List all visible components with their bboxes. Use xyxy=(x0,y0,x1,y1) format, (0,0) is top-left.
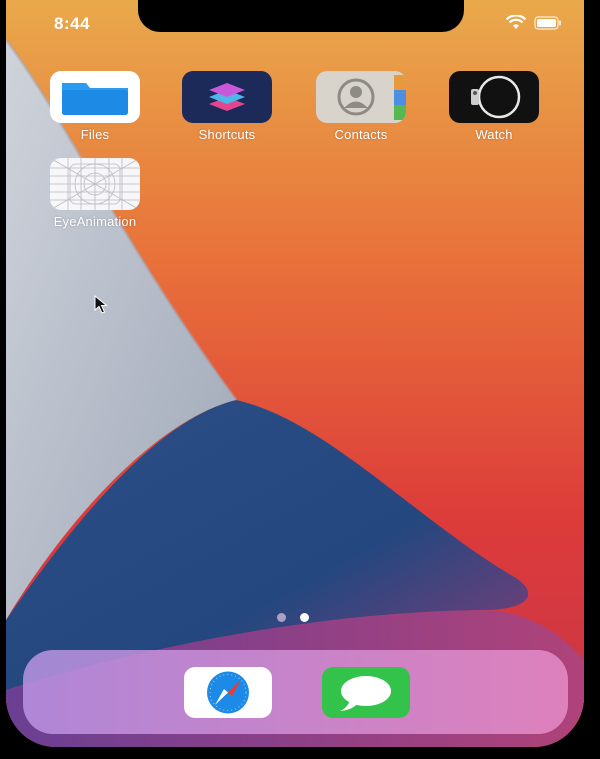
app-label: Shortcuts xyxy=(198,127,256,142)
messages-icon[interactable] xyxy=(322,667,410,718)
app-contacts[interactable]: Contacts xyxy=(311,71,411,142)
app-grid-icon xyxy=(50,158,140,210)
app-files[interactable]: Files xyxy=(45,71,145,142)
status-time: 8:44 xyxy=(54,14,91,33)
page-indicator[interactable] xyxy=(277,613,309,622)
battery-icon xyxy=(534,15,561,30)
app-eyeanimation[interactable]: EyeAnimation xyxy=(45,158,145,229)
page-dot-1[interactable] xyxy=(277,613,286,622)
phone-screen: 8:44 Files Shortcuts Contacts Watch EyeA… xyxy=(6,0,584,747)
wifi-icon xyxy=(506,15,526,29)
app-label: Watch xyxy=(475,127,513,142)
shortcuts-icon xyxy=(182,71,272,123)
status-icons xyxy=(506,15,562,30)
app-label: Contacts xyxy=(334,127,388,142)
dock xyxy=(23,650,568,734)
page-dot-2-active[interactable] xyxy=(300,613,309,622)
safari-icon[interactable] xyxy=(184,667,272,718)
folder-icon xyxy=(50,71,140,123)
contacts-icon xyxy=(316,71,406,123)
watch-icon xyxy=(449,71,539,123)
notch xyxy=(138,0,464,32)
mouse-cursor-icon xyxy=(94,295,108,314)
app-shortcuts[interactable]: Shortcuts xyxy=(177,71,277,142)
app-label: Files xyxy=(80,127,110,142)
app-watch[interactable]: Watch xyxy=(444,71,544,142)
app-label: EyeAnimation xyxy=(53,214,137,229)
